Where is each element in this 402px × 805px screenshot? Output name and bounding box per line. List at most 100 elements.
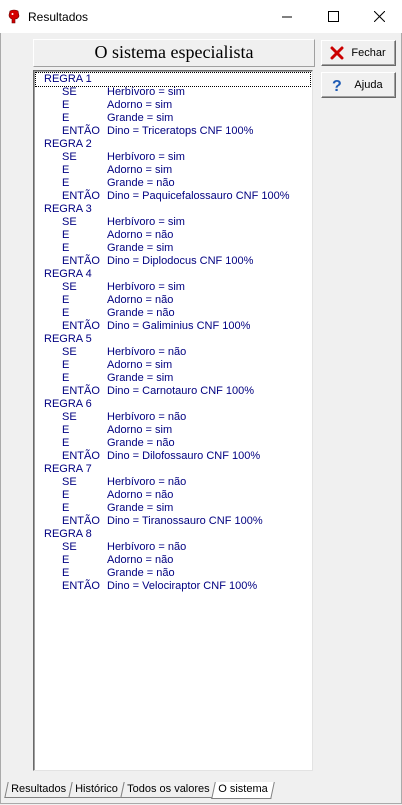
- fechar-label: Fechar: [351, 47, 386, 59]
- minimize-icon: [281, 16, 292, 18]
- rule-condition[interactable]: E Adorno = sim: [34, 359, 312, 372]
- rule-keyword: ENTÃO: [62, 580, 100, 592]
- rule-conclusion[interactable]: ENTÃO Dino = Galiminius CNF 100%: [34, 320, 312, 333]
- rule-value: Grande = sim: [107, 242, 174, 254]
- help-question-icon: ?: [326, 77, 348, 93]
- rule-keyword: SE: [62, 476, 77, 488]
- rule-value: Grande = não: [107, 177, 175, 189]
- rule-header[interactable]: REGRA 8: [34, 528, 312, 541]
- rule-keyword: E: [62, 567, 70, 579]
- rule-value: Grande = não: [107, 567, 175, 579]
- rule-header[interactable]: REGRA 4: [34, 268, 312, 281]
- rule-keyword: ENTÃO: [62, 450, 100, 462]
- rule-value: Dino = Paquicefalossauro CNF 100%: [107, 190, 290, 202]
- rule-value: Adorno = sim: [107, 164, 173, 176]
- rule-condition[interactable]: E Grande = não: [34, 307, 312, 320]
- rule-name: REGRA 7: [44, 463, 92, 475]
- rule-value: Herbívoro = não: [107, 476, 187, 488]
- rule-condition[interactable]: SE Herbívoro = não: [34, 411, 312, 424]
- rule-value: Adorno = sim: [107, 424, 173, 436]
- rule-name: REGRA 2: [44, 138, 92, 150]
- rule-keyword: ENTÃO: [62, 125, 100, 137]
- rule-condition[interactable]: E Grande = não: [34, 177, 312, 190]
- rule-header[interactable]: REGRA 2: [34, 138, 312, 151]
- rule-keyword: E: [62, 294, 70, 306]
- tab-resultados[interactable]: Resultados: [4, 782, 73, 798]
- rule-value: Herbívoro = sim: [107, 86, 185, 98]
- rule-conclusion[interactable]: ENTÃO Dino = Paquicefalossauro CNF 100%: [34, 190, 312, 203]
- rule-keyword: E: [62, 164, 70, 176]
- rule-value: Herbívoro = não: [107, 346, 187, 358]
- rule-condition[interactable]: E Adorno = não: [34, 229, 312, 242]
- tab-historico[interactable]: Histórico: [68, 782, 125, 798]
- rule-keyword: E: [62, 489, 70, 501]
- ajuda-label: Ajuda: [354, 79, 383, 91]
- rule-condition[interactable]: E Grande = não: [34, 567, 312, 580]
- app-icon: [8, 9, 20, 24]
- rule-condition[interactable]: SE Herbívoro = sim: [34, 281, 312, 294]
- rule-condition[interactable]: E Grande = não: [34, 437, 312, 450]
- rule-condition[interactable]: E Grande = sim: [34, 242, 312, 255]
- rule-keyword: E: [62, 502, 70, 514]
- rule-condition[interactable]: SE Herbívoro = não: [34, 476, 312, 489]
- rule-keyword: E: [62, 554, 70, 566]
- rule-conclusion[interactable]: ENTÃO Dino = Carnotauro CNF 100%: [34, 385, 312, 398]
- rule-condition[interactable]: SE Herbívoro = sim: [34, 216, 312, 229]
- rule-condition[interactable]: SE Herbívoro = sim: [34, 86, 312, 99]
- tab-o-sistema[interactable]: O sistema: [211, 782, 275, 799]
- rule-keyword: E: [62, 242, 70, 254]
- rule-condition[interactable]: E Adorno = sim: [34, 164, 312, 177]
- tab-todos-os-valores[interactable]: Todos os valores: [120, 782, 217, 798]
- maximize-button[interactable]: [310, 0, 356, 33]
- rule-condition[interactable]: SE Herbívoro = sim: [34, 151, 312, 164]
- rule-condition[interactable]: E Adorno = sim: [34, 99, 312, 112]
- rule-keyword: SE: [62, 281, 77, 293]
- rule-name: REGRA 5: [44, 333, 92, 345]
- rule-conclusion[interactable]: ENTÃO Dino = Diplodocus CNF 100%: [34, 255, 312, 268]
- rule-keyword: ENTÃO: [62, 320, 100, 332]
- rule-condition[interactable]: E Adorno = não: [34, 489, 312, 502]
- rules-listbox[interactable]: REGRA 1 SE Herbívoro = sim E Adorno = sim E Gr…: [33, 70, 313, 771]
- rule-keyword: E: [62, 307, 70, 319]
- rule-header[interactable]: REGRA 6: [34, 398, 312, 411]
- rule-name: REGRA 8: [44, 528, 92, 540]
- rule-keyword: ENTÃO: [62, 515, 100, 527]
- rule-value: Dino = Carnotauro CNF 100%: [107, 385, 255, 397]
- rule-value: Adorno = sim: [107, 359, 173, 371]
- rule-keyword: E: [62, 424, 70, 436]
- rule-condition[interactable]: SE Herbívoro = não: [34, 346, 312, 359]
- rule-condition[interactable]: E Adorno = não: [34, 294, 312, 307]
- rule-condition[interactable]: E Adorno = sim: [34, 424, 312, 437]
- rule-header[interactable]: REGRA 1: [34, 72, 312, 87]
- rule-header[interactable]: REGRA 3: [34, 203, 312, 216]
- rule-condition[interactable]: E Grande = sim: [34, 112, 312, 125]
- minimize-button[interactable]: [264, 0, 310, 33]
- rule-keyword: SE: [62, 411, 77, 423]
- close-x-icon: [326, 46, 348, 60]
- window-title: Resultados: [28, 10, 89, 24]
- rule-value: Herbívoro = sim: [107, 151, 185, 163]
- rule-keyword: E: [62, 437, 70, 449]
- rule-value: Dino = Galiminius CNF 100%: [107, 320, 251, 332]
- rule-condition[interactable]: E Adorno = não: [34, 554, 312, 567]
- fechar-button[interactable]: Fechar: [321, 40, 396, 66]
- maximize-icon: [327, 11, 339, 22]
- rule-keyword: ENTÃO: [62, 385, 100, 397]
- rule-header[interactable]: REGRA 5: [34, 333, 312, 346]
- rule-conclusion[interactable]: ENTÃO Dino = Velociraptor CNF 100%: [34, 580, 312, 593]
- rule-value: Adorno = não: [107, 229, 174, 241]
- rule-keyword: E: [62, 359, 70, 371]
- rule-keyword: SE: [62, 216, 77, 228]
- rule-condition[interactable]: E Grande = sim: [34, 372, 312, 385]
- close-window-button[interactable]: [356, 0, 402, 33]
- rule-condition[interactable]: SE Herbívoro = não: [34, 541, 312, 554]
- rule-conclusion[interactable]: ENTÃO Dino = Tiranossauro CNF 100%: [34, 515, 312, 528]
- rule-conclusion[interactable]: ENTÃO Dino = Dilofossauro CNF 100%: [34, 450, 312, 463]
- rule-keyword: SE: [62, 86, 77, 98]
- rule-value: Adorno = sim: [107, 99, 173, 111]
- rule-value: Grande = não: [107, 437, 175, 449]
- rule-condition[interactable]: E Grande = sim: [34, 502, 312, 515]
- rule-header[interactable]: REGRA 7: [34, 463, 312, 476]
- ajuda-button[interactable]: ? Ajuda: [321, 72, 396, 98]
- rule-conclusion[interactable]: ENTÃO Dino = Triceratops CNF 100%: [34, 125, 312, 138]
